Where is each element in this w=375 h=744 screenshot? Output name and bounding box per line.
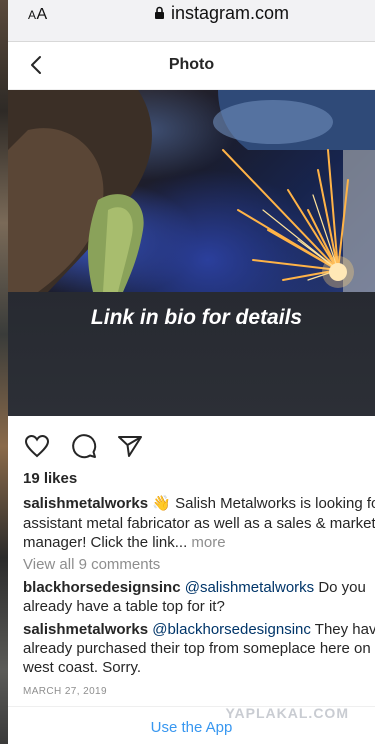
comment-2-line-3: west coast. Sorry. [23,659,142,676]
wave-emoji: 👋 [152,495,171,512]
use-the-app-link[interactable]: Use the App [8,719,375,736]
photo-overlay-text: Link in bio for details [90,306,303,329]
caption-line-2: assistant metal fabricator as well as a … [23,515,375,532]
comment-2-mention[interactable]: @blackhorsedesignsinc [152,621,311,638]
comment-2-author[interactable]: salishmetalworks [23,621,148,638]
post-actions [8,428,375,464]
comment-1-author[interactable]: blackhorsedesignsinc [23,579,181,596]
post-date: MARCH 27, 2019 [23,686,107,697]
view-all-comments-link[interactable]: View all 9 comments [23,555,160,575]
caption-line-1: salishmetalworks 👋 Salish Metalworks is … [23,494,375,514]
lock-icon [155,6,164,19]
page-title: Photo [168,56,215,73]
text-size-button[interactable]: AA [28,6,48,24]
caption-author[interactable]: salishmetalworks [23,495,148,512]
welding-illustration [8,90,375,292]
share-icon[interactable] [116,432,144,460]
comment-2-text-1: They have [314,621,375,638]
caption-line-3: manager! Click the link... more [23,533,226,553]
caption-text-1: Salish Metalworks is looking fo [175,495,375,512]
screen: AA instagram.com Photo Link in bio for d… [0,0,375,744]
comment-1-line-1: blackhorsedesignsinc @salishmetalworks D… [23,578,366,598]
comment-1-text-1: Do you [318,579,366,596]
welding-scene-image [8,90,375,292]
heart-icon[interactable] [23,432,51,460]
likes-count[interactable]: 19 likes [23,470,77,487]
comment-2-line-1: salishmetalworks @blackhorsedesignsinc T… [23,620,375,640]
url-domain[interactable]: instagram.com [171,3,289,24]
more-link[interactable]: more [191,534,225,551]
comment-2-line-2: already purchased their top from somepla… [23,640,371,657]
browser-address-bar[interactable]: AA instagram.com [0,0,375,42]
caption-text-3: manager! Click the link... [23,534,188,551]
watermark: YAPLAKAL.COM [225,705,349,721]
comment-1-line-2: already have a table top for it? [23,598,225,615]
background-photo-edge [0,0,8,744]
comment-icon[interactable] [70,432,98,460]
comment-1-mention[interactable]: @salishmetalworks [185,579,314,596]
page-header: Photo [8,42,375,90]
post-photo[interactable]: Link in bio for details [8,90,375,416]
